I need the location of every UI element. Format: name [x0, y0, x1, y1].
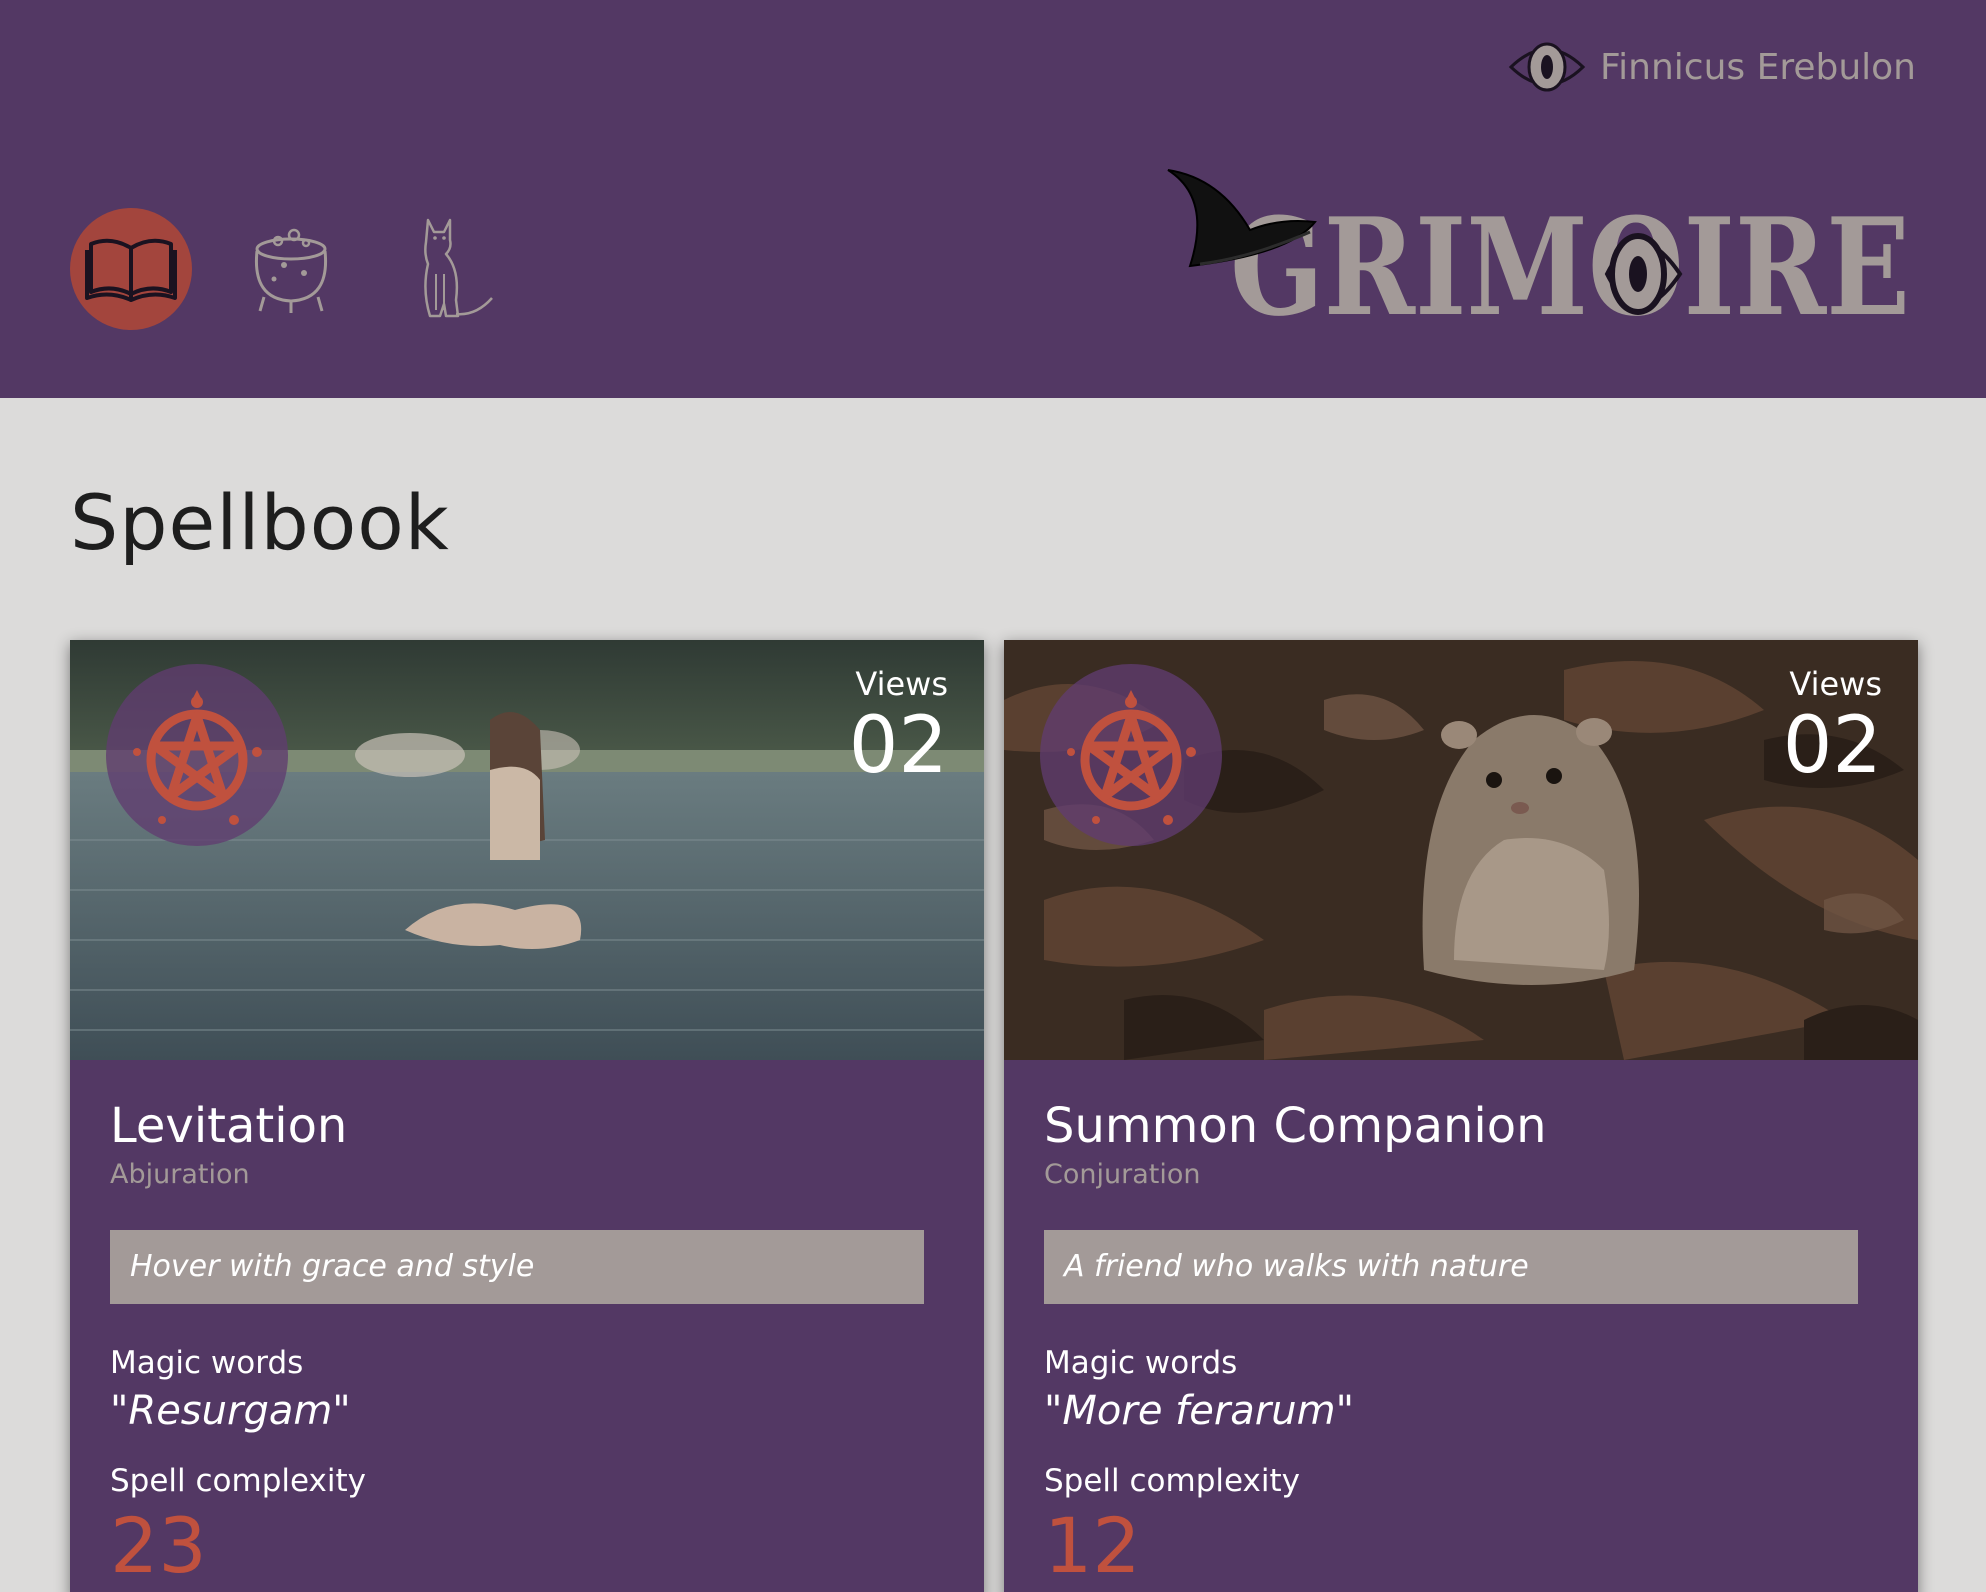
complexity-label: Spell complexity — [110, 1463, 366, 1499]
magic-words-label: Magic words — [1044, 1345, 1238, 1381]
spell-card[interactable]: Views 02 Summon Companion Conjuration A … — [1004, 640, 1918, 1592]
grimoire-logo[interactable]: GRIMOIRE — [1160, 158, 1920, 328]
views-count: 02 — [848, 701, 948, 791]
spell-emblem — [1040, 664, 1222, 846]
complexity-value: 23 — [110, 1501, 207, 1590]
eye-icon — [1508, 38, 1586, 96]
app-header: Finnicus Erebulon GRIMOIRE — [0, 0, 1986, 398]
spell-name: Summon Companion — [1044, 1098, 1547, 1154]
main-nav — [70, 208, 512, 330]
spell-card[interactable]: Views 02 Levitation Abjuration Hover wit… — [70, 640, 984, 1592]
cauldron-icon — [248, 221, 334, 317]
complexity-label: Spell complexity — [1044, 1463, 1300, 1499]
spell-school: Abjuration — [110, 1159, 250, 1190]
logo-text: GRIMOIRE — [1230, 188, 1910, 328]
complexity-value: 12 — [1044, 1501, 1141, 1590]
spell-image: Views 02 — [1004, 640, 1918, 1060]
nav-cat-button[interactable] — [390, 208, 512, 330]
magic-words-label: Magic words — [110, 1345, 304, 1381]
spell-image: Views 02 — [70, 640, 984, 1060]
views-label: Views — [855, 665, 948, 703]
spellbook-icon — [85, 234, 177, 304]
spell-name: Levitation — [110, 1098, 348, 1154]
pentacle-icon — [1056, 680, 1206, 830]
views-count: 02 — [1782, 701, 1882, 791]
spell-emblem — [106, 664, 288, 846]
cat-icon — [406, 214, 496, 324]
pentacle-icon — [122, 680, 272, 830]
user-name: Finnicus Erebulon — [1600, 46, 1916, 88]
magic-words: "More ferarum" — [1044, 1388, 1354, 1434]
views-label: Views — [1789, 665, 1882, 703]
nav-cauldron-button[interactable] — [230, 208, 352, 330]
views-counter: Views 02 — [1783, 664, 1882, 788]
magic-words: "Resurgam" — [110, 1388, 351, 1434]
spell-description: Hover with grace and style — [110, 1230, 924, 1304]
spell-description: A friend who walks with nature — [1044, 1230, 1858, 1304]
nav-spellbook-button[interactable] — [70, 208, 192, 330]
views-counter: Views 02 — [849, 664, 948, 788]
user-menu[interactable]: Finnicus Erebulon — [1508, 38, 1916, 96]
page-title: Spellbook — [70, 478, 450, 567]
spell-school: Conjuration — [1044, 1159, 1201, 1190]
